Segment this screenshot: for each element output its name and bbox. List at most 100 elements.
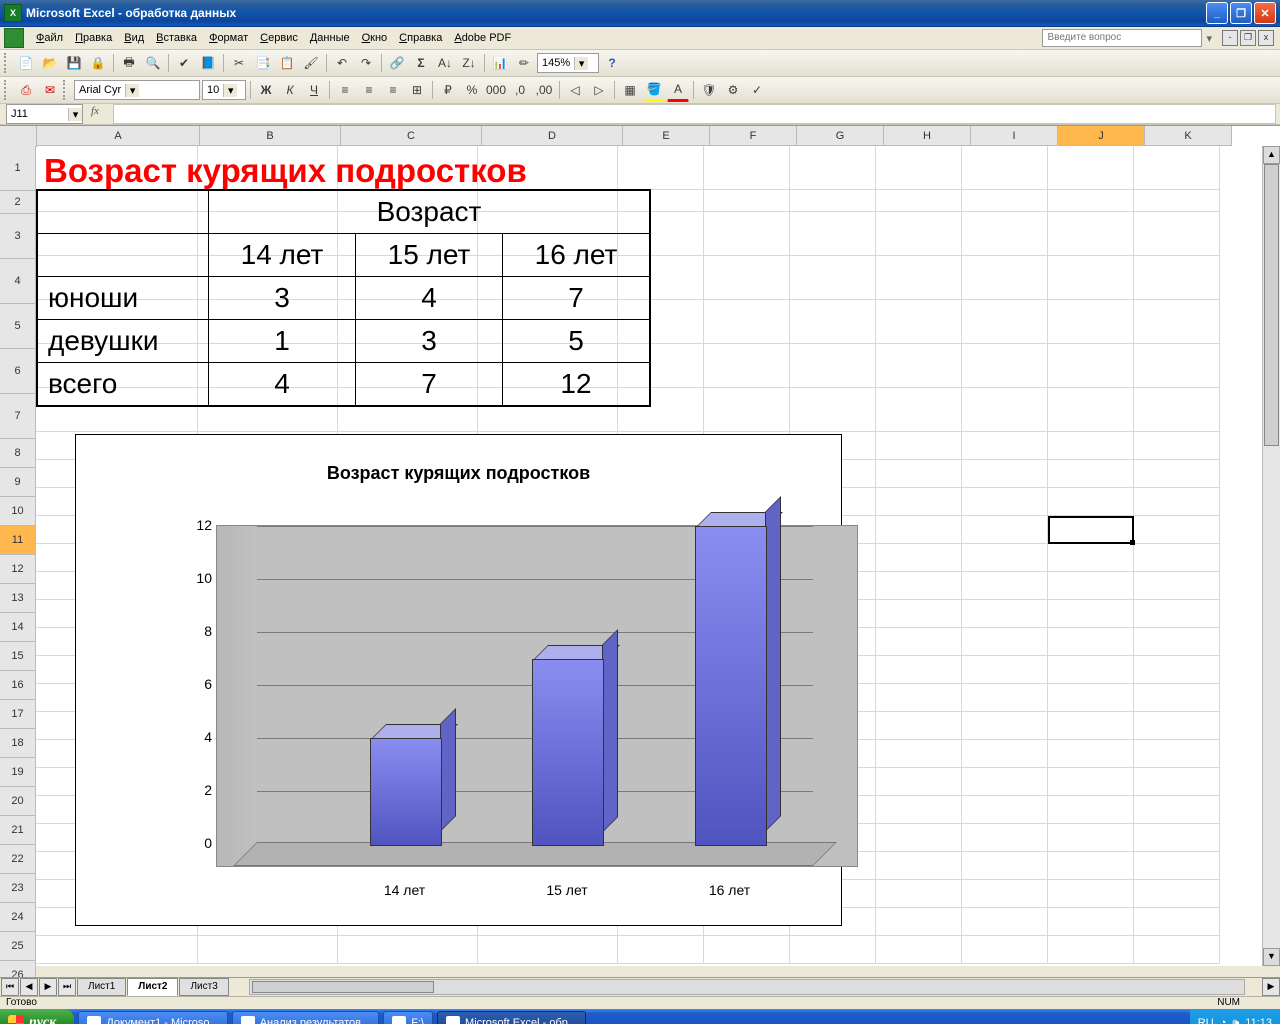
data-cell[interactable]: 7 <box>503 277 651 320</box>
row-header[interactable]: 14 <box>0 613 36 642</box>
row-header[interactable]: 25 <box>0 932 36 961</box>
row-header[interactable]: 2 <box>0 191 36 214</box>
row-header[interactable]: 21 <box>0 816 36 845</box>
data-cell[interactable]: 4 <box>356 277 503 320</box>
tray-icon[interactable]: ◔ <box>1220 1017 1227 1024</box>
data-cell[interactable]: 4 <box>209 363 356 407</box>
menu-item[interactable]: Файл <box>30 30 69 46</box>
currency-icon[interactable]: ₽ <box>437 79 459 101</box>
ask-question-box[interactable]: Введите вопрос <box>1042 29 1202 47</box>
italic-icon[interactable]: К <box>279 79 301 101</box>
chart-wizard-icon[interactable]: 📊 <box>489 52 511 74</box>
close-button[interactable]: ✕ <box>1254 2 1276 24</box>
align-center-icon[interactable]: ≡ <box>358 79 380 101</box>
tab-nav-next-icon[interactable]: ▶ <box>39 978 57 996</box>
tray-clock[interactable]: 11:13 <box>1245 1017 1272 1024</box>
toolbar-handle[interactable] <box>4 53 11 73</box>
security-icon[interactable]: 🛡 <box>698 79 720 101</box>
select-all-corner[interactable] <box>0 126 37 147</box>
inc-indent-icon[interactable]: ▷ <box>588 79 610 101</box>
drawing-icon[interactable]: ✏ <box>513 52 535 74</box>
data-table[interactable]: Возраст 14 лет 15 лет 16 лет юноши 3 4 7… <box>36 189 651 407</box>
column-header[interactable]: K <box>1145 126 1232 146</box>
row-header[interactable]: 12 <box>0 555 36 584</box>
save-icon[interactable]: 💾 <box>63 52 85 74</box>
row-header[interactable]: 16 <box>0 671 36 700</box>
borders-icon[interactable]: ▦ <box>619 79 641 101</box>
help-dropdown-icon[interactable]: ▾ <box>1202 32 1216 45</box>
menu-item[interactable]: Сервис <box>254 30 304 46</box>
taskbar-button[interactable]: Анализ результатов... <box>232 1011 380 1024</box>
row-header[interactable]: 13 <box>0 584 36 613</box>
maximize-button[interactable]: ❐ <box>1230 2 1252 24</box>
sheet-tab[interactable]: Лист2 <box>127 978 178 996</box>
hyperlink-icon[interactable]: 🔗 <box>386 52 408 74</box>
autosum-icon[interactable]: Σ <box>410 52 432 74</box>
menu-item[interactable]: Окно <box>356 30 394 46</box>
mdi-minimize-button[interactable]: - <box>1222 30 1238 46</box>
open-icon[interactable]: 📂 <box>39 52 61 74</box>
toolbar-handle[interactable] <box>4 80 11 100</box>
horizontal-scrollbar[interactable] <box>249 979 1245 995</box>
row-header[interactable]: 8 <box>0 439 36 468</box>
data-cell[interactable]: 3 <box>356 320 503 363</box>
merge-icon[interactable]: ⊞ <box>406 79 428 101</box>
tray-icon[interactable]: 🕪 <box>1232 1017 1239 1024</box>
worksheet-area[interactable]: ABCDEFGHIJK 1234567891011121314151617181… <box>0 125 1280 966</box>
menu-item[interactable]: Вставка <box>150 30 203 46</box>
data-cell[interactable]: 12 <box>503 363 651 407</box>
copy-icon[interactable]: 📑 <box>252 52 274 74</box>
sheet-tab[interactable]: Лист1 <box>77 978 126 996</box>
scroll-thumb[interactable] <box>252 981 434 993</box>
system-tray[interactable]: RU ◔ 🕪 11:13 <box>1190 1009 1280 1024</box>
preview-icon[interactable]: 🔍 <box>142 52 164 74</box>
column-header[interactable]: E <box>623 126 710 146</box>
zoom-combo[interactable]: 145%▾ <box>537 53 599 73</box>
row-header[interactable]: 10 <box>0 497 36 526</box>
row-header[interactable]: 1 <box>0 146 36 191</box>
row-header[interactable]: 19 <box>0 758 36 787</box>
tab-nav-last-icon[interactable]: ⏭ <box>58 978 76 996</box>
row-header[interactable]: 20 <box>0 787 36 816</box>
taskbar-button[interactable]: Документ1 - Microso... <box>78 1011 227 1024</box>
format-painter-icon[interactable]: 🖌 <box>300 52 322 74</box>
row-header[interactable]: 5 <box>0 304 36 349</box>
scroll-down-icon[interactable]: ▼ <box>1263 948 1280 966</box>
column-header[interactable]: G <box>797 126 884 146</box>
redo-icon[interactable]: ↷ <box>355 52 377 74</box>
dec-decimal-icon[interactable]: ,00 <box>533 79 555 101</box>
tool-icon[interactable]: ✓ <box>746 79 768 101</box>
sort-desc-icon[interactable]: Z↓ <box>458 52 480 74</box>
scroll-thumb[interactable] <box>1264 164 1279 446</box>
bold-icon[interactable]: Ж <box>255 79 277 101</box>
row-header[interactable]: 15 <box>0 642 36 671</box>
toolbar-handle[interactable] <box>63 80 70 100</box>
minimize-button[interactable]: _ <box>1206 2 1228 24</box>
font-size-combo[interactable]: 10▾ <box>202 80 246 100</box>
undo-icon[interactable]: ↶ <box>331 52 353 74</box>
scroll-right-icon[interactable]: ▶ <box>1262 978 1280 996</box>
taskbar-button[interactable]: F:\ <box>383 1011 433 1024</box>
comma-icon[interactable]: 000 <box>485 79 507 101</box>
pdf-mail-icon[interactable]: ✉ <box>39 79 61 101</box>
fx-icon[interactable]: fx <box>91 105 109 123</box>
sort-asc-icon[interactable]: A↓ <box>434 52 456 74</box>
column-header[interactable]: I <box>971 126 1058 146</box>
row-header[interactable]: 3 <box>0 214 36 259</box>
mdi-restore-button[interactable]: ❐ <box>1240 30 1256 46</box>
name-box[interactable]: J11▾ <box>6 104 83 124</box>
data-cell[interactable]: 1 <box>209 320 356 363</box>
menu-item[interactable]: Вид <box>118 30 150 46</box>
paste-icon[interactable]: 📋 <box>276 52 298 74</box>
new-icon[interactable]: 📄 <box>15 52 37 74</box>
tab-nav-first-icon[interactable]: ⏮ <box>1 978 19 996</box>
data-cell[interactable]: 5 <box>503 320 651 363</box>
menu-item[interactable]: Adobe PDF <box>448 30 517 46</box>
percent-icon[interactable]: % <box>461 79 483 101</box>
cut-icon[interactable]: ✂ <box>228 52 250 74</box>
permission-icon[interactable]: 🔒 <box>87 52 109 74</box>
research-icon[interactable]: 📘 <box>197 52 219 74</box>
menu-item[interactable]: Формат <box>203 30 254 46</box>
tray-lang[interactable]: RU <box>1198 1017 1214 1024</box>
align-left-icon[interactable]: ≡ <box>334 79 356 101</box>
